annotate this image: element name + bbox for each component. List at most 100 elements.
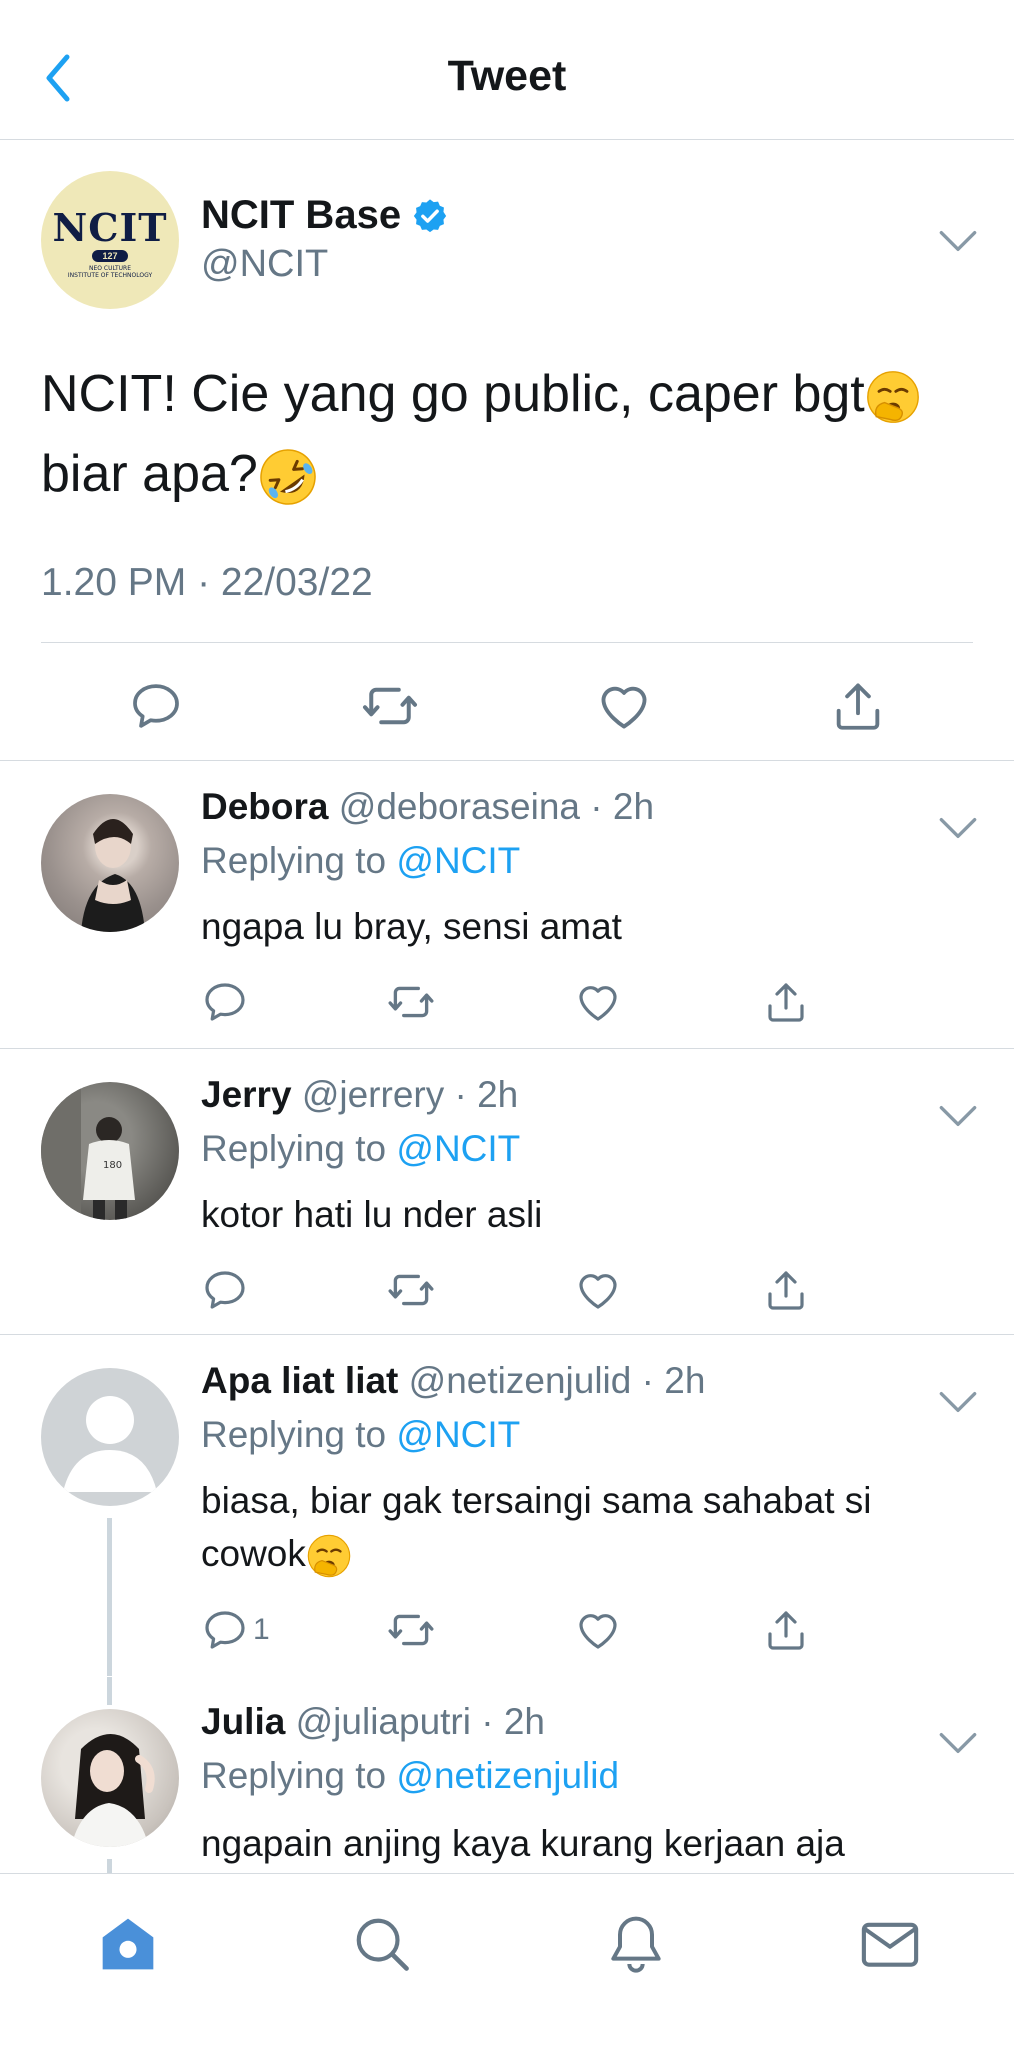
reply-tweet[interactable]: Julia @juliaputri · 2h Replying to @neti… (0, 1677, 1014, 1873)
reply-tweet[interactable]: 180 Jerry @jerrery · 2h Replying to @NCI… (0, 1050, 1014, 1335)
yawning-face-emoji-icon (306, 1533, 352, 1579)
heart-icon (574, 978, 622, 1026)
tweet-text: NCIT! Cie yang go public, caper bgt biar… (41, 354, 991, 514)
thread-connector-line (107, 1677, 112, 1705)
tab-home[interactable] (88, 1904, 168, 1984)
retweet-button[interactable] (386, 1600, 436, 1660)
reply-actions (201, 1260, 841, 1320)
replying-to-mention[interactable]: @NCIT (396, 1414, 520, 1455)
share-button[interactable] (762, 972, 810, 1032)
reply-header: Julia @juliaputri · 2h (201, 1701, 545, 1743)
svg-text:180: 180 (103, 1160, 122, 1171)
home-icon (102, 1918, 154, 1970)
reply-text-line2: cowok (201, 1533, 306, 1574)
reply-author-name[interactable]: Julia (201, 1701, 285, 1742)
reply-bubble-icon (128, 678, 184, 734)
main-tweet: NCIT 127 NEO CULTURE INSTITUTE OF TECHNO… (0, 141, 1014, 761)
heart-icon (574, 1266, 622, 1314)
share-button[interactable] (762, 1600, 810, 1660)
avatar[interactable]: 180 (41, 1082, 179, 1220)
reply-text-line1: biasa, biar gak tersaingi sama sahabat s… (201, 1480, 872, 1521)
replying-to: Replying to @netizenjulid (201, 1755, 619, 1797)
author-name[interactable]: NCIT Base (201, 193, 401, 238)
reply-button[interactable] (121, 671, 191, 741)
replying-to-mention[interactable]: @netizenjulid (396, 1755, 619, 1796)
reply-actions: 1 (201, 1600, 841, 1660)
author-handle[interactable]: @NCIT (201, 243, 328, 286)
tab-messages[interactable] (850, 1904, 930, 1984)
reply-text: biasa, biar gak tersaingi sama sahabat s… (201, 1474, 981, 1580)
reply-text: kotor hati lu nder asli (201, 1194, 543, 1235)
reply-author-meta: @juliaputri · 2h (295, 1701, 545, 1742)
replying-to-label: Replying to (201, 1128, 397, 1169)
yawning-face-emoji-icon (865, 369, 921, 425)
retweet-button[interactable] (386, 972, 436, 1032)
verified-badge-icon (413, 198, 447, 232)
chevron-down-icon[interactable] (938, 814, 978, 842)
reply-button[interactable] (201, 1260, 253, 1320)
retweet-icon (360, 676, 420, 736)
thread-connector-line (107, 1518, 112, 1676)
messages-envelope-icon (861, 1922, 919, 1967)
reply-bubble-icon (201, 1266, 249, 1314)
reply-header: Apa liat liat @netizenjulid · 2h (201, 1360, 705, 1402)
avatar[interactable] (41, 794, 179, 932)
chevron-down-icon[interactable] (938, 227, 978, 255)
heart-icon (574, 1606, 622, 1654)
reply-tweet[interactable]: Debora @deboraseina · 2h Replying to @NC… (0, 762, 1014, 1049)
chevron-down-icon[interactable] (938, 1729, 978, 1757)
reply-author-name[interactable]: Jerry (201, 1074, 292, 1115)
tab-notifications[interactable] (596, 1904, 676, 1984)
avatar[interactable]: NCIT 127 NEO CULTURE INSTITUTE OF TECHNO… (41, 171, 179, 309)
like-button[interactable] (589, 671, 659, 741)
top-navigation-bar: Tweet (0, 0, 1014, 140)
replying-to: Replying to @NCIT (201, 840, 520, 882)
replying-to-mention[interactable]: @NCIT (396, 1128, 520, 1169)
reply-actions (201, 972, 841, 1032)
bottom-tab-bar (0, 1873, 1014, 2048)
retweet-button[interactable] (355, 671, 425, 741)
default-profile-icon (63, 1396, 157, 1492)
avatar-logo-text: NCIT (52, 205, 168, 250)
heart-icon (595, 677, 653, 735)
avatar-photo (81, 819, 145, 932)
like-button[interactable] (574, 1260, 622, 1320)
replying-to-label: Replying to (201, 840, 397, 881)
reply-count: 1 (253, 1613, 270, 1646)
reply-button[interactable] (201, 972, 253, 1032)
replying-to: Replying to @NCIT (201, 1414, 520, 1456)
avatar[interactable] (41, 1709, 179, 1847)
reply-tweet[interactable]: Apa liat liat @netizenjulid · 2h Replyin… (0, 1336, 1014, 1676)
share-button[interactable] (823, 671, 893, 741)
page-title: Tweet (447, 52, 567, 100)
divider (41, 642, 973, 643)
like-button[interactable] (574, 972, 622, 1032)
chevron-down-icon[interactable] (938, 1102, 978, 1130)
retweet-button[interactable] (386, 1260, 436, 1320)
tweet-text-line2: biar apa? (41, 445, 258, 503)
reply-author-meta: @jerrery · 2h (301, 1074, 519, 1115)
share-icon (762, 1606, 810, 1654)
retweet-icon (386, 1605, 436, 1655)
share-icon (829, 677, 887, 735)
retweet-icon (386, 1265, 436, 1315)
avatar-logo-number: 127 (92, 250, 128, 262)
replying-to-mention[interactable]: @NCIT (396, 840, 520, 881)
reply-text: ngapa lu bray, sensi amat (201, 906, 622, 947)
reply-author-meta: @deboraseina · 2h (338, 786, 655, 827)
avatar-logo-line2: INSTITUTE OF TECHNOLOGY (67, 272, 153, 279)
reply-author-name[interactable]: Apa liat liat (201, 1360, 398, 1401)
like-button[interactable] (574, 1600, 622, 1660)
avatar[interactable] (41, 1368, 179, 1506)
avatar-photo (71, 1734, 155, 1847)
chevron-down-icon[interactable] (938, 1388, 978, 1416)
reply-author-name[interactable]: Debora (201, 786, 328, 827)
tab-search[interactable] (342, 1904, 422, 1984)
thread-connector-line (107, 1859, 112, 1873)
reply-button[interactable]: 1 (201, 1600, 270, 1660)
replying-to-label: Replying to (201, 1755, 397, 1796)
reply-bubble-icon (201, 1606, 249, 1654)
rolling-laughing-emoji-icon (258, 447, 318, 507)
share-button[interactable] (762, 1260, 810, 1320)
author-name-row: NCIT Base (201, 193, 449, 238)
